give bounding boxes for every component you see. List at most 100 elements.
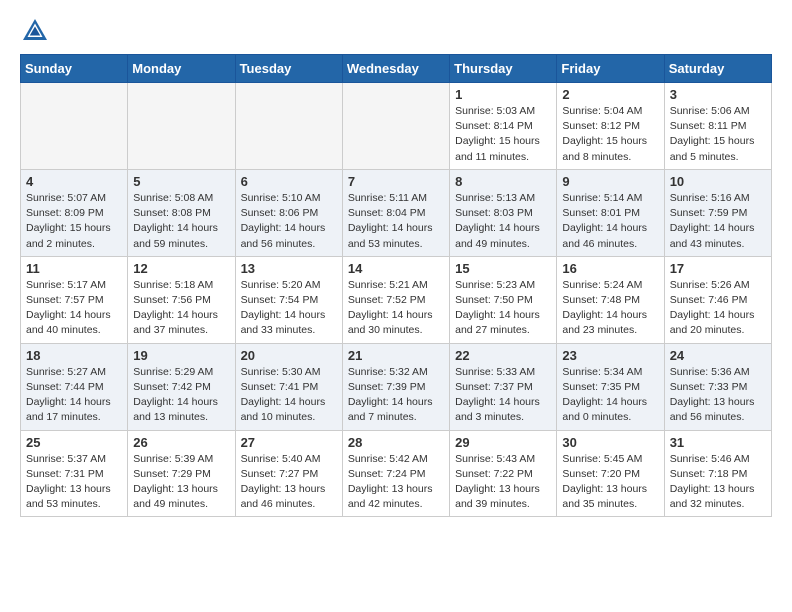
day-info: Sunrise: 5:23 AMSunset: 7:50 PMDaylight:… (455, 278, 551, 339)
calendar-cell: 11 Sunrise: 5:17 AMSunset: 7:57 PMDayligh… (21, 256, 128, 343)
day-number: 6 (241, 174, 337, 189)
day-number: 11 (26, 261, 122, 276)
day-info: Sunrise: 5:46 AMSunset: 7:18 PMDaylight:… (670, 452, 766, 513)
day-number: 4 (26, 174, 122, 189)
calendar-cell: 17 Sunrise: 5:26 AMSunset: 7:46 PMDayligh… (664, 256, 771, 343)
calendar-cell: 4 Sunrise: 5:07 AMSunset: 8:09 PMDaylight… (21, 169, 128, 256)
day-number: 20 (241, 348, 337, 363)
weekday-header-tuesday: Tuesday (235, 55, 342, 83)
day-number: 10 (670, 174, 766, 189)
day-info: Sunrise: 5:24 AMSunset: 7:48 PMDaylight:… (562, 278, 658, 339)
day-number: 7 (348, 174, 444, 189)
calendar-cell: 1 Sunrise: 5:03 AMSunset: 8:14 PMDaylight… (450, 83, 557, 170)
calendar-cell: 15 Sunrise: 5:23 AMSunset: 7:50 PMDayligh… (450, 256, 557, 343)
day-number: 5 (133, 174, 229, 189)
calendar-cell: 25 Sunrise: 5:37 AMSunset: 7:31 PMDayligh… (21, 430, 128, 517)
calendar-cell: 30 Sunrise: 5:45 AMSunset: 7:20 PMDayligh… (557, 430, 664, 517)
day-number: 9 (562, 174, 658, 189)
day-number: 29 (455, 435, 551, 450)
day-info: Sunrise: 5:10 AMSunset: 8:06 PMDaylight:… (241, 191, 337, 252)
day-info: Sunrise: 5:17 AMSunset: 7:57 PMDaylight:… (26, 278, 122, 339)
calendar-cell: 27 Sunrise: 5:40 AMSunset: 7:27 PMDayligh… (235, 430, 342, 517)
day-info: Sunrise: 5:16 AMSunset: 7:59 PMDaylight:… (670, 191, 766, 252)
weekday-header-saturday: Saturday (664, 55, 771, 83)
day-number: 24 (670, 348, 766, 363)
day-info: Sunrise: 5:39 AMSunset: 7:29 PMDaylight:… (133, 452, 229, 513)
logo (20, 16, 54, 46)
calendar-cell: 29Sunrise: 5:43 AMSunset: 7:22 PMDayligh… (450, 430, 557, 517)
calendar-cell: 28 Sunrise: 5:42 AMSunset: 7:24 PMDayligh… (342, 430, 449, 517)
day-info: Sunrise: 5:14 AMSunset: 8:01 PMDaylight:… (562, 191, 658, 252)
day-number: 28 (348, 435, 444, 450)
logo-icon (20, 16, 50, 46)
day-number: 13 (241, 261, 337, 276)
weekday-header-friday: Friday (557, 55, 664, 83)
calendar-cell (21, 83, 128, 170)
calendar-cell: 7 Sunrise: 5:11 AMSunset: 8:04 PMDaylight… (342, 169, 449, 256)
day-info: Sunrise: 5:36 AMSunset: 7:33 PMDaylight:… (670, 365, 766, 426)
calendar: SundayMondayTuesdayWednesdayThursdayFrid… (20, 54, 772, 517)
day-info: Sunrise: 5:34 AMSunset: 7:35 PMDaylight:… (562, 365, 658, 426)
day-number: 2 (562, 87, 658, 102)
calendar-cell: 6 Sunrise: 5:10 AMSunset: 8:06 PMDaylight… (235, 169, 342, 256)
calendar-cell: 12 Sunrise: 5:18 AMSunset: 7:56 PMDayligh… (128, 256, 235, 343)
day-number: 8 (455, 174, 551, 189)
calendar-cell (235, 83, 342, 170)
day-info: Sunrise: 5:18 AMSunset: 7:56 PMDaylight:… (133, 278, 229, 339)
calendar-cell: 18 Sunrise: 5:27 AMSunset: 7:44 PMDayligh… (21, 343, 128, 430)
day-info: Sunrise: 5:45 AMSunset: 7:20 PMDaylight:… (562, 452, 658, 513)
day-number: 19 (133, 348, 229, 363)
day-info: Sunrise: 5:20 AMSunset: 7:54 PMDaylight:… (241, 278, 337, 339)
calendar-cell: 16 Sunrise: 5:24 AMSunset: 7:48 PMDayligh… (557, 256, 664, 343)
day-info: Sunrise: 5:37 AMSunset: 7:31 PMDaylight:… (26, 452, 122, 513)
day-info: Sunrise: 5:27 AMSunset: 7:44 PMDaylight:… (26, 365, 122, 426)
day-info: Sunrise: 5:08 AMSunset: 8:08 PMDaylight:… (133, 191, 229, 252)
day-number: 18 (26, 348, 122, 363)
day-info: Sunrise: 5:03 AMSunset: 8:14 PMDaylight:… (455, 104, 551, 165)
calendar-cell: 10 Sunrise: 5:16 AMSunset: 7:59 PMDayligh… (664, 169, 771, 256)
day-number: 16 (562, 261, 658, 276)
weekday-header-row: SundayMondayTuesdayWednesdayThursdayFrid… (21, 55, 772, 83)
calendar-cell: 21 Sunrise: 5:32 AMSunset: 7:39 PMDayligh… (342, 343, 449, 430)
day-number: 27 (241, 435, 337, 450)
day-number: 22 (455, 348, 551, 363)
page-header (20, 16, 772, 46)
day-number: 15 (455, 261, 551, 276)
weekday-header-sunday: Sunday (21, 55, 128, 83)
day-number: 23 (562, 348, 658, 363)
calendar-cell: 5 Sunrise: 5:08 AMSunset: 8:08 PMDaylight… (128, 169, 235, 256)
day-number: 25 (26, 435, 122, 450)
day-info: Sunrise: 5:26 AMSunset: 7:46 PMDaylight:… (670, 278, 766, 339)
calendar-cell: 24 Sunrise: 5:36 AMSunset: 7:33 PMDayligh… (664, 343, 771, 430)
day-number: 12 (133, 261, 229, 276)
calendar-cell: 22 Sunrise: 5:33 AMSunset: 7:37 PMDayligh… (450, 343, 557, 430)
calendar-cell: 26 Sunrise: 5:39 AMSunset: 7:29 PMDayligh… (128, 430, 235, 517)
day-number: 14 (348, 261, 444, 276)
calendar-cell: 14Sunrise: 5:21 AMSunset: 7:52 PMDayligh… (342, 256, 449, 343)
day-number: 17 (670, 261, 766, 276)
week-row-4: 18 Sunrise: 5:27 AMSunset: 7:44 PMDayligh… (21, 343, 772, 430)
week-row-3: 11 Sunrise: 5:17 AMSunset: 7:57 PMDayligh… (21, 256, 772, 343)
day-number: 30 (562, 435, 658, 450)
day-info: Sunrise: 5:32 AMSunset: 7:39 PMDaylight:… (348, 365, 444, 426)
day-info: Sunrise: 5:30 AMSunset: 7:41 PMDaylight:… (241, 365, 337, 426)
day-number: 3 (670, 87, 766, 102)
calendar-cell: 2 Sunrise: 5:04 AMSunset: 8:12 PMDaylight… (557, 83, 664, 170)
calendar-cell: 31Sunrise: 5:46 AMSunset: 7:18 PMDayligh… (664, 430, 771, 517)
day-info: Sunrise: 5:33 AMSunset: 7:37 PMDaylight:… (455, 365, 551, 426)
day-number: 1 (455, 87, 551, 102)
calendar-cell: 8Sunrise: 5:13 AMSunset: 8:03 PMDaylight… (450, 169, 557, 256)
week-row-2: 4 Sunrise: 5:07 AMSunset: 8:09 PMDaylight… (21, 169, 772, 256)
day-info: Sunrise: 5:42 AMSunset: 7:24 PMDaylight:… (348, 452, 444, 513)
calendar-cell: 9 Sunrise: 5:14 AMSunset: 8:01 PMDaylight… (557, 169, 664, 256)
day-info: Sunrise: 5:06 AMSunset: 8:11 PMDaylight:… (670, 104, 766, 165)
weekday-header-monday: Monday (128, 55, 235, 83)
day-info: Sunrise: 5:40 AMSunset: 7:27 PMDaylight:… (241, 452, 337, 513)
day-info: Sunrise: 5:04 AMSunset: 8:12 PMDaylight:… (562, 104, 658, 165)
day-number: 26 (133, 435, 229, 450)
day-info: Sunrise: 5:11 AMSunset: 8:04 PMDaylight:… (348, 191, 444, 252)
weekday-header-thursday: Thursday (450, 55, 557, 83)
day-number: 21 (348, 348, 444, 363)
day-info: Sunrise: 5:07 AMSunset: 8:09 PMDaylight:… (26, 191, 122, 252)
calendar-cell: 20 Sunrise: 5:30 AMSunset: 7:41 PMDayligh… (235, 343, 342, 430)
